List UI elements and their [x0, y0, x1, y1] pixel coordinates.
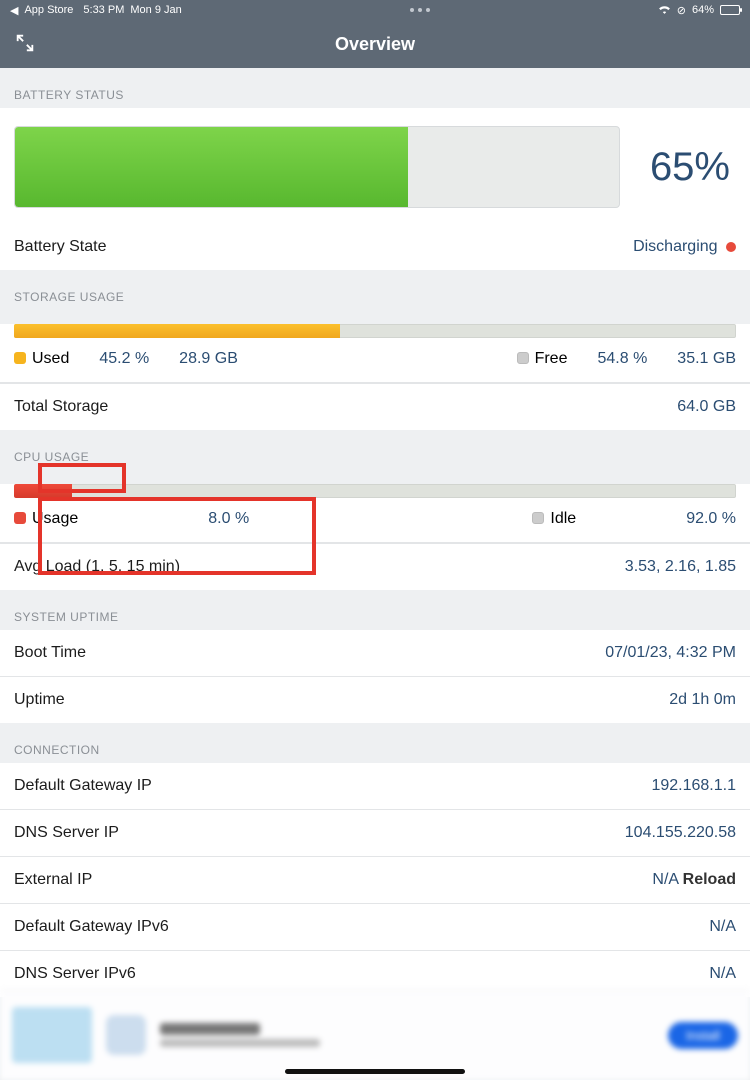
dns-ip-label: DNS Server IP — [14, 824, 119, 842]
external-ip-value: N/A — [652, 871, 678, 888]
dns-ipv6-label: DNS Server IPv6 — [14, 965, 136, 983]
back-app-label[interactable]: App Store — [24, 4, 73, 16]
gateway-ipv6-value: N/A — [709, 918, 736, 936]
usage-chip-icon — [14, 512, 26, 524]
ad-subtitle — [160, 1039, 320, 1047]
multitask-dots-icon[interactable] — [410, 8, 430, 12]
storage-total-label: Total Storage — [14, 398, 108, 416]
cpu-usage-pct: 8.0 % — [208, 510, 249, 528]
battery-state-label: Battery State — [14, 238, 107, 256]
dns-ip-row: DNS Server IP 104.155.220.58 — [0, 809, 750, 856]
ad-app-icon — [106, 1015, 146, 1055]
external-ip-label: External IP — [14, 871, 92, 889]
storage-total-row: Total Storage 64.0 GB — [0, 383, 750, 430]
free-chip-icon — [517, 352, 529, 364]
cpu-avgload-value: 3.53, 2.16, 1.85 — [625, 558, 736, 576]
storage-free-pct: 54.8 % — [597, 350, 647, 368]
page-title: Overview — [335, 34, 415, 55]
status-bar: ◀ App Store 5:33 PM Mon 9 Jan ⊘ 64% — [0, 0, 750, 20]
idle-chip-icon — [532, 512, 544, 524]
status-date: Mon 9 Jan — [130, 4, 181, 16]
reload-button[interactable]: Reload — [683, 871, 736, 888]
storage-total-value: 64.0 GB — [677, 398, 736, 416]
nav-bar: Overview — [0, 20, 750, 68]
gateway-ip-label: Default Gateway IP — [14, 777, 152, 795]
ad-banner[interactable]: Install — [0, 990, 750, 1080]
status-battery-pct: 64% — [692, 4, 714, 16]
battery-icon — [720, 5, 740, 15]
cpu-card: Usage 8.0 % Idle 92.0 % — [0, 484, 750, 543]
gateway-ipv6-label: Default Gateway IPv6 — [14, 918, 169, 936]
battery-state-row: Battery State Discharging — [0, 224, 750, 270]
storage-used-pct: 45.2 % — [99, 350, 149, 368]
cpu-usage-fill — [14, 484, 72, 498]
section-header-storage: STORAGE USAGE — [0, 270, 750, 310]
cpu-usage-label: Usage — [32, 510, 78, 527]
storage-free-label: Free — [535, 350, 568, 367]
battery-percentage: 65% — [650, 145, 736, 190]
cpu-idle-label: Idle — [550, 510, 576, 527]
external-ip-row: External IP N/A Reload — [0, 856, 750, 903]
ad-cta-button[interactable]: Install — [668, 1022, 738, 1049]
storage-free-gb: 35.1 GB — [677, 350, 736, 368]
uptime-value: 2d 1h 0m — [669, 691, 736, 709]
battery-state-value: Discharging — [633, 238, 717, 255]
battery-meter — [14, 126, 620, 208]
gateway-ipv6-row: Default Gateway IPv6 N/A — [0, 903, 750, 950]
section-header-connection: CONNECTION — [0, 723, 750, 763]
section-header-uptime: SYSTEM UPTIME — [0, 590, 750, 630]
cpu-bar — [14, 484, 736, 498]
cpu-idle-pct: 92.0 % — [686, 510, 736, 528]
uptime-label: Uptime — [14, 691, 65, 709]
wifi-icon — [658, 4, 671, 17]
ad-title — [160, 1023, 260, 1035]
status-time: 5:33 PM — [83, 4, 124, 16]
cpu-avgload-row: Avg Load (1, 5, 15 min) 3.53, 2.16, 1.85 — [0, 543, 750, 590]
discharging-dot-icon — [726, 242, 736, 252]
dns-ipv6-value: N/A — [709, 965, 736, 983]
expand-icon[interactable] — [14, 32, 36, 59]
boot-time-value: 07/01/23, 4:32 PM — [605, 644, 736, 662]
home-indicator[interactable] — [285, 1069, 465, 1074]
storage-card: Used 45.2 % 28.9 GB Free 54.8 % 35.1 GB — [0, 324, 750, 383]
battery-fill — [15, 127, 408, 207]
cpu-avgload-label: Avg Load (1, 5, 15 min) — [14, 558, 180, 576]
boot-time-row: Boot Time 07/01/23, 4:32 PM — [0, 630, 750, 676]
section-header-cpu: CPU USAGE — [0, 430, 750, 470]
gateway-ip-value: 192.168.1.1 — [651, 777, 736, 795]
boot-time-label: Boot Time — [14, 644, 86, 662]
storage-used-fill — [14, 324, 340, 338]
gateway-ip-row: Default Gateway IP 192.168.1.1 — [0, 763, 750, 809]
section-header-battery: BATTERY STATUS — [0, 68, 750, 108]
back-arrow-icon[interactable]: ◀ — [10, 4, 18, 17]
battery-card: 65% — [0, 108, 750, 224]
storage-used-gb: 28.9 GB — [179, 350, 238, 368]
used-chip-icon — [14, 352, 26, 364]
dns-ip-value: 104.155.220.58 — [625, 824, 736, 842]
storage-bar — [14, 324, 736, 338]
ad-image — [12, 1007, 92, 1063]
orientation-lock-icon: ⊘ — [677, 4, 686, 17]
storage-used-label: Used — [32, 350, 69, 367]
uptime-row: Uptime 2d 1h 0m — [0, 676, 750, 723]
